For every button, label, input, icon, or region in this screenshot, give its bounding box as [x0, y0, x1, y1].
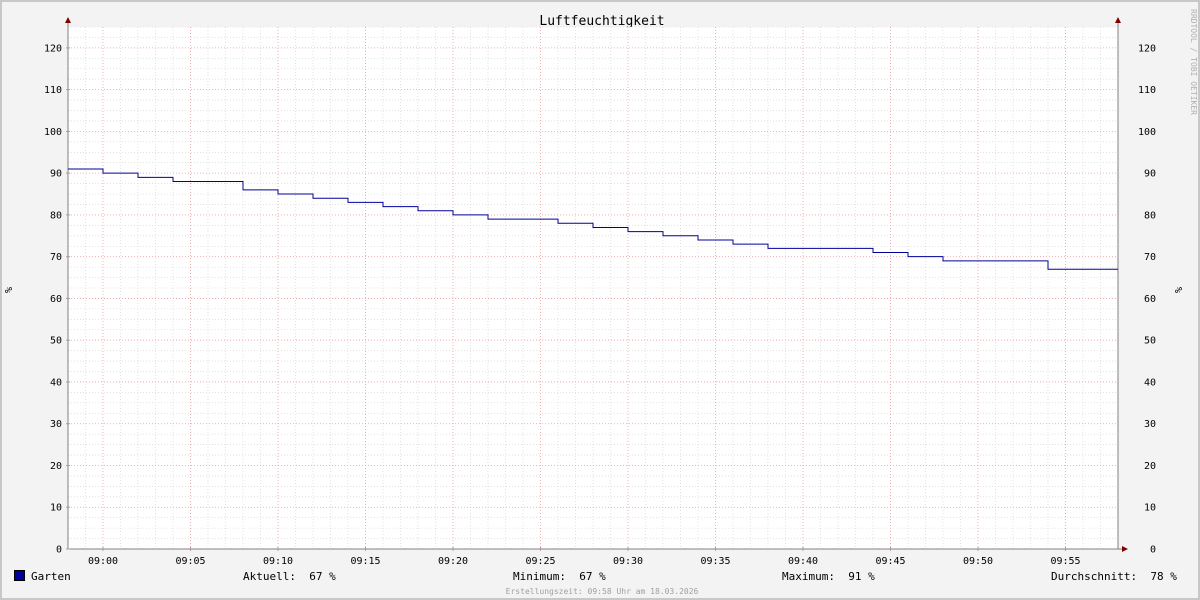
y-tick-label-right: 80	[1144, 210, 1156, 221]
creation-timestamp: Erstellungszeit: 09:58 Uhr am 18.03.2026	[505, 587, 699, 596]
y-tick-label: 50	[50, 336, 62, 347]
y-tick-label-right: 120	[1138, 43, 1156, 54]
y-tick-label: 10	[50, 503, 62, 514]
x-tick-label: 09:20	[438, 556, 468, 567]
maximum-value: 91 %	[848, 570, 875, 583]
y-tick-label-right: 60	[1144, 294, 1156, 305]
x-tick-label: 09:45	[875, 556, 905, 567]
y-tick-label-right: 20	[1144, 461, 1156, 472]
x-tick-label: 09:50	[963, 556, 993, 567]
y-axis-arrow-right	[1115, 17, 1121, 23]
x-tick-label: 09:00	[88, 556, 118, 567]
y-tick-label-right: 100	[1138, 127, 1156, 138]
y-tick-label: 90	[50, 169, 62, 180]
y-axis-label: %	[4, 287, 15, 293]
y-tick-label-right: 40	[1144, 377, 1156, 388]
x-tick-label: 09:55	[1050, 556, 1080, 567]
average-label: Durchschnitt:	[1051, 570, 1138, 583]
y-tick-label: 30	[50, 419, 62, 430]
y-tick-label: 80	[50, 210, 62, 221]
x-tick-label: 09:05	[175, 556, 205, 567]
minimum-value: 67 %	[579, 570, 606, 583]
x-tick-label: 09:35	[700, 556, 730, 567]
y-axis-arrow	[65, 17, 71, 23]
y-tick-label-right: 30	[1144, 419, 1156, 430]
maximum-label: Maximum:	[782, 570, 835, 583]
y-tick-label-right: 50	[1144, 336, 1156, 347]
y-tick-label: 20	[50, 461, 62, 472]
legend-current: Aktuell: 67 %	[243, 570, 336, 583]
legend-swatch	[14, 570, 25, 581]
y-tick-label: 70	[50, 252, 62, 263]
legend-series: Garten	[14, 570, 71, 583]
y-tick-label: 40	[50, 377, 62, 388]
y-tick-label-right: 0	[1150, 545, 1156, 556]
y-tick-label-right: 90	[1144, 169, 1156, 180]
y-tick-label: 120	[44, 43, 62, 54]
humidity-chart: Luftfeuchtigkeit 01020304050607080901001…	[4, 9, 1198, 567]
y-tick-label-right: 110	[1138, 85, 1156, 96]
graph-frame: Luftfeuchtigkeit 0 10 20 30 40 50 60 70 80 90 100 1…	[0, 0, 1200, 600]
y-tick-labels: 0 10 20 30 40 50 60 70 80 90 100 110 120	[44, 43, 62, 555]
y-tick-label: 0	[56, 545, 62, 556]
x-tick-label: 09:15	[350, 556, 380, 567]
y-tick-label: 110	[44, 85, 62, 96]
minimum-label: Minimum:	[513, 570, 566, 583]
legend-minimum: Minimum: 67 %	[513, 570, 606, 583]
legend-maximum: Maximum: 91 %	[782, 570, 875, 583]
average-value: 78 %	[1150, 570, 1177, 583]
watermark: RRDTOOL / TOBI OETIKER	[1189, 9, 1198, 115]
x-tick-labels: 09:00 09:05 09:10 09:15 09:20 09:25 09:30 09:35…	[88, 556, 1081, 567]
x-tick-label: 09:25	[525, 556, 555, 567]
y-axis-label-right: %	[1174, 287, 1185, 293]
x-tick-label: 09:30	[613, 556, 643, 567]
y-tick-label: 60	[50, 294, 62, 305]
y-tick-label: 100	[44, 127, 62, 138]
x-tick-label: 09:10	[263, 556, 293, 567]
current-label: Aktuell:	[243, 570, 296, 583]
legend-average: Durchschnitt: 78 %	[1051, 570, 1177, 583]
legend-series-name: Garten	[31, 570, 71, 583]
current-value: 67 %	[309, 570, 336, 583]
x-tick-label: 09:40	[788, 556, 818, 567]
y-tick-label-right: 70	[1144, 252, 1156, 263]
y-tick-labels-right: 0 10 20 30 40 50 60 70 80 90 100 110 120	[1138, 43, 1156, 555]
y-tick-label-right: 10	[1144, 503, 1156, 514]
x-axis-arrow	[1122, 546, 1128, 552]
